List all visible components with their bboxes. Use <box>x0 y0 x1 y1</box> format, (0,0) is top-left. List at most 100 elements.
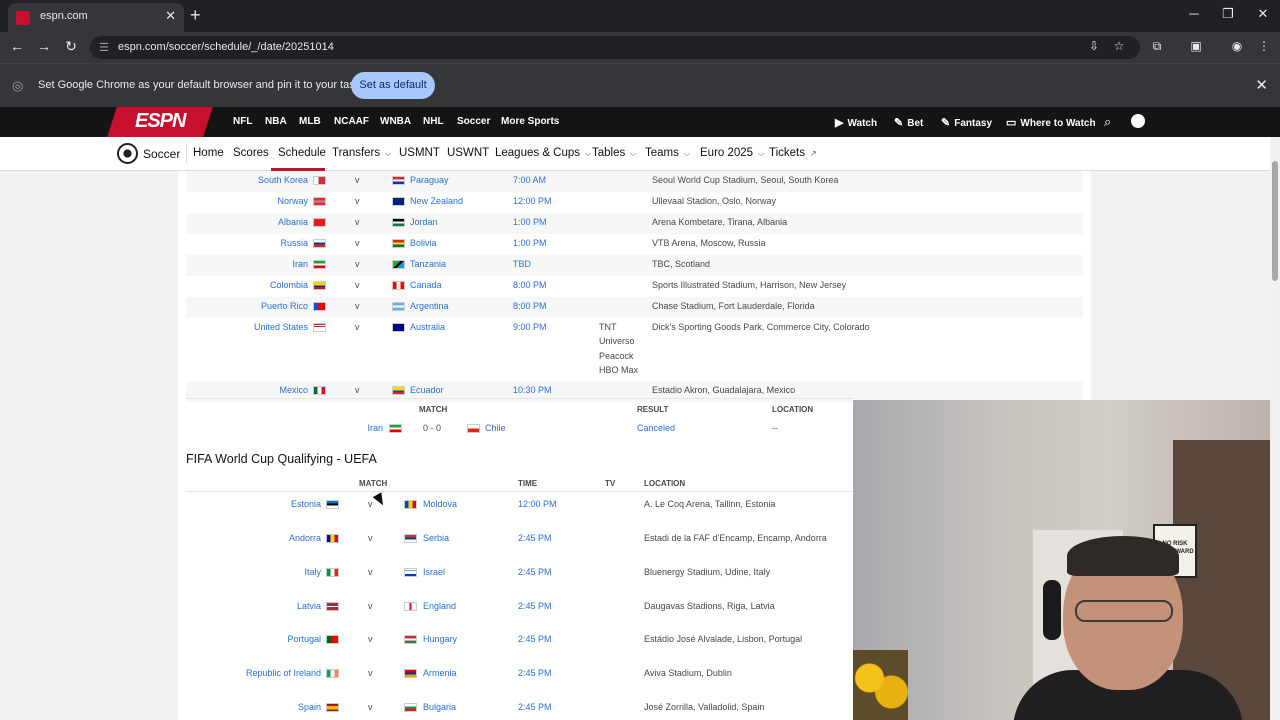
forward-icon[interactable]: → <box>35 38 53 54</box>
team-away-link[interactable]: Argentina <box>410 301 449 311</box>
match-time-link[interactable]: 12:00 PM <box>513 196 552 206</box>
match-score[interactable]: 0 - 0 <box>423 423 441 433</box>
subnav-schedule[interactable]: Schedule <box>278 147 326 159</box>
team-away-link[interactable]: Tanzania <box>410 259 446 269</box>
reload-icon[interactable]: ↻ <box>62 38 80 55</box>
nav-nba[interactable]: NBA <box>265 116 287 127</box>
match-time-link[interactable]: 2:45 PM <box>518 702 552 712</box>
back-icon[interactable]: ← <box>8 38 26 54</box>
team-home-link[interactable]: Latvia <box>297 601 321 611</box>
team-home-link[interactable]: Italy <box>304 567 321 577</box>
team-away-link[interactable]: Serbia <box>423 533 449 543</box>
where-to-watch-link[interactable]: ▭ Where to Watch <box>1006 116 1096 129</box>
team-home-link[interactable]: South Korea <box>258 175 308 185</box>
team-away-link[interactable]: Bulgaria <box>423 702 456 712</box>
subnav-leagues-cups[interactable]: Leagues & Cups ⌵ <box>495 147 591 159</box>
team-home-link[interactable]: Russia <box>280 238 308 248</box>
subnav-scores[interactable]: Scores <box>233 147 269 159</box>
team-home-link[interactable]: Mexico <box>279 385 308 395</box>
team-home-link[interactable]: Republic of Ireland <box>246 668 321 678</box>
nav-ncaaf[interactable]: NCAAF <box>334 116 369 127</box>
match-time-link[interactable]: 2:45 PM <box>518 668 552 678</box>
team-home-link[interactable]: Spain <box>298 702 321 712</box>
team-away-link[interactable]: Paraguay <box>410 175 449 185</box>
subnav-teams[interactable]: Teams ⌵ <box>645 147 690 159</box>
nav-mlb[interactable]: MLB <box>299 116 321 127</box>
team-home-link[interactable]: United States <box>254 322 308 332</box>
match-time-link[interactable]: 9:00 PM <box>513 322 547 332</box>
team-home-link[interactable]: Iran <box>367 423 383 433</box>
infobar-close-icon[interactable]: ✕ <box>1255 76 1268 94</box>
address-bar[interactable]: ☰ espn.com/soccer/schedule/_/date/202510… <box>90 36 1140 59</box>
subnav-uswnt[interactable]: USWNT <box>447 147 489 159</box>
team-away-link[interactable]: Jordan <box>410 217 438 227</box>
team-away-link[interactable]: Hungary <box>423 634 457 644</box>
soccer-title[interactable]: Soccer <box>143 147 180 161</box>
team-away-link[interactable]: Canada <box>410 280 442 290</box>
fantasy-link[interactable]: ✎ Fantasy <box>941 116 992 129</box>
site-info-icon[interactable]: ☰ <box>99 41 109 54</box>
team-home-link[interactable]: Colombia <box>270 280 308 290</box>
team-home-link[interactable]: Iran <box>292 259 308 269</box>
team-away-link[interactable]: Bolivia <box>410 238 437 248</box>
subnav-tickets[interactable]: Tickets ↗ <box>769 147 817 159</box>
result-status[interactable]: Canceled <box>637 423 675 433</box>
new-tab-button[interactable]: + <box>190 5 201 26</box>
team-away-link[interactable]: England <box>423 601 456 611</box>
profile-icon[interactable]: ◉ <box>1229 39 1245 53</box>
user-icon[interactable] <box>1131 114 1145 128</box>
match-time-link[interactable]: 1:00 PM <box>513 238 547 248</box>
scrollbar[interactable] <box>1270 137 1280 720</box>
tab-close-icon[interactable]: ✕ <box>165 8 176 24</box>
match-time-link[interactable]: 12:00 PM <box>518 499 557 509</box>
window-close-icon[interactable]: ✕ <box>1253 6 1273 22</box>
subnav-tables[interactable]: Tables ⌵ <box>592 147 636 159</box>
match-time-link[interactable]: 2:45 PM <box>518 533 552 543</box>
minimize-icon[interactable]: ─ <box>1184 6 1204 21</box>
match-time-link[interactable]: TBD <box>513 259 531 269</box>
install-icon[interactable]: ⇩ <box>1086 39 1102 53</box>
scrollbar-thumb[interactable] <box>1272 161 1278 281</box>
subnav-usmnt[interactable]: USMNT <box>399 147 440 159</box>
match-time-link[interactable]: 7:00 AM <box>513 175 546 185</box>
match-time-link[interactable]: 2:45 PM <box>518 634 552 644</box>
watch-link[interactable]: ▶ Watch <box>835 116 877 129</box>
team-home-link[interactable]: Puerto Rico <box>261 301 308 311</box>
match-time-link[interactable]: 8:00 PM <box>513 280 547 290</box>
match-time-link[interactable]: 2:45 PM <box>518 601 552 611</box>
menu-icon[interactable]: ⋮ <box>1256 39 1272 53</box>
match-time-link[interactable]: 10:30 PM <box>513 385 552 395</box>
subnav-euro-2025[interactable]: Euro 2025 ⌵ <box>700 147 764 159</box>
team-home-link[interactable]: Estonia <box>291 499 321 509</box>
team-home-link[interactable]: Portugal <box>287 634 321 644</box>
bet-link[interactable]: ✎ Bet <box>894 116 923 129</box>
team-away-link[interactable]: Moldova <box>423 499 457 509</box>
nav-soccer[interactable]: Soccer <box>457 116 490 127</box>
nav-more-sports[interactable]: More Sports <box>501 116 559 127</box>
cast-icon[interactable]: ▣ <box>1188 39 1204 53</box>
match-time-link[interactable]: 2:45 PM <box>518 567 552 577</box>
subnav-home[interactable]: Home <box>193 147 224 159</box>
team-home-link[interactable]: Albania <box>278 217 308 227</box>
team-away-link[interactable]: Australia <box>410 322 445 332</box>
set-as-default-button[interactable]: Set as default <box>351 72 435 99</box>
team-home-link[interactable]: Andorra <box>289 533 321 543</box>
nav-nfl[interactable]: NFL <box>233 116 252 127</box>
team-away-link[interactable]: Ecuador <box>410 385 444 395</box>
url-text[interactable]: espn.com/soccer/schedule/_/date/20251014 <box>118 41 334 53</box>
maximize-icon[interactable]: ❐ <box>1218 6 1238 22</box>
extensions-icon[interactable]: ⧉ <box>1149 39 1165 54</box>
bookmark-star-icon[interactable]: ☆ <box>1111 39 1127 53</box>
team-away-link[interactable]: Israel <box>423 567 445 577</box>
team-away-link[interactable]: Armenia <box>423 668 457 678</box>
subnav-transfers[interactable]: Transfers ⌵ <box>332 147 391 159</box>
nav-wnba[interactable]: WNBA <box>380 116 411 127</box>
espn-logo[interactable]: ESPN <box>135 110 186 133</box>
team-away-link[interactable]: Chile <box>485 423 506 433</box>
match-time-link[interactable]: 8:00 PM <box>513 301 547 311</box>
team-home-link[interactable]: Norway <box>277 196 308 206</box>
team-away-link[interactable]: New Zealand <box>410 196 463 206</box>
match-time-link[interactable]: 1:00 PM <box>513 217 547 227</box>
search-icon[interactable]: ⌕ <box>1104 114 1111 130</box>
browser-tab[interactable]: espn.com ✕ <box>8 3 184 32</box>
